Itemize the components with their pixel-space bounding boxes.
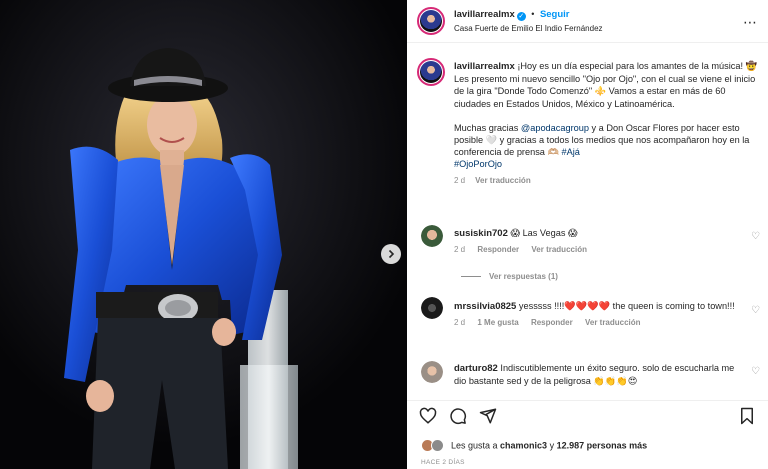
comment-avatar[interactable] [421, 225, 443, 247]
caption-time: 2 d [454, 175, 466, 185]
likes-prefix: Les gusta a [451, 440, 501, 451]
location-link[interactable]: Casa Fuerte de Emilio El Indio Fernández [454, 24, 603, 33]
author-avatar[interactable] [417, 7, 445, 35]
follow-button[interactable]: Seguir [540, 9, 570, 20]
comment-item: susiskin702 😱 Las Vegas 😱 2 d Responder … [454, 227, 749, 256]
post-time-ago: HACE 2 DÍAS [421, 459, 465, 466]
heart-icon[interactable] [419, 407, 437, 425]
mention-link[interactable]: @apodacagroup [521, 123, 589, 133]
post-photo [0, 0, 407, 469]
likes-user[interactable]: chamonic3 [500, 440, 547, 450]
chevron-right-icon [388, 249, 395, 259]
more-icon[interactable]: ⋯ [743, 14, 758, 31]
comment-text: yesssss !!!!❤️❤️❤️❤️ the queen is coming… [518, 301, 735, 311]
reply-button[interactable]: Responder [531, 318, 573, 327]
view-replies-button[interactable]: Ver respuestas (1) [461, 272, 558, 281]
comment-item: mrssilvia0825 yesssss !!!!❤️❤️❤️❤️ the q… [454, 300, 749, 329]
comment-username[interactable]: darturo82 [454, 363, 498, 374]
likes-summary[interactable]: Les gusta a chamonic3 y 12.987 personas … [421, 439, 647, 453]
comment-text: 😱 Las Vegas 😱 [510, 228, 578, 238]
post-header: lavillarrealmx ✓ • Seguir Casa Fuerte de … [407, 0, 768, 43]
bookmark-icon[interactable] [738, 407, 756, 425]
post-caption: lavillarrealmx ¡Hoy es un día especial p… [454, 60, 759, 187]
instagram-post-modal: lavillarrealmx ✓ • Seguir Casa Fuerte de … [0, 0, 768, 469]
comment-time: 2 d [454, 245, 466, 255]
comment-icon[interactable] [449, 407, 467, 425]
comment-time: 2 d [454, 318, 466, 328]
author-username[interactable]: lavillarrealmx [454, 9, 515, 20]
caption-username[interactable]: lavillarrealmx [454, 61, 515, 72]
likes-count[interactable]: 12.987 personas más [557, 440, 648, 450]
comment-translation-link[interactable]: Ver traducción [585, 318, 641, 327]
caption-paragraph-2a: Muchas gracias [454, 122, 521, 133]
comment-like-icon[interactable]: ♡ [751, 305, 760, 316]
comment-avatar[interactable] [421, 361, 443, 383]
comment-item: darturo82 Indiscutiblemente un éxito seg… [454, 362, 749, 387]
verified-icon: ✓ [516, 12, 526, 21]
reply-button[interactable]: Responder [477, 245, 519, 254]
post-media[interactable] [0, 0, 407, 469]
post-sidebar: lavillarrealmx ✓ • Seguir Casa Fuerte de … [407, 0, 768, 469]
comment-username[interactable]: mrssilvia0825 [454, 301, 516, 312]
comments-scroll-area[interactable]: lavillarrealmx ¡Hoy es un día especial p… [407, 44, 768, 400]
caption-translation-link[interactable]: Ver traducción [475, 176, 531, 185]
likers-avatars [421, 439, 447, 453]
share-icon[interactable] [479, 407, 497, 425]
caption-author-avatar[interactable] [417, 58, 445, 86]
comment-translation-link[interactable]: Ver traducción [531, 245, 587, 254]
post-actions-bar: Les gusta a chamonic3 y 12.987 personas … [407, 400, 768, 469]
comment-username[interactable]: susiskin702 [454, 228, 508, 239]
comment-avatar[interactable] [421, 297, 443, 319]
comment-like-icon[interactable]: ♡ [751, 231, 760, 242]
comment-likes-count[interactable]: 1 Me gusta [477, 318, 518, 327]
likes-middle: y [547, 440, 557, 451]
comment-like-icon[interactable]: ♡ [751, 366, 760, 377]
next-image-button[interactable] [381, 244, 401, 264]
header-separator: • [531, 9, 535, 19]
hashtag-link[interactable]: #OjoPorOjo [454, 159, 502, 169]
view-replies-label: Ver respuestas (1) [489, 272, 558, 281]
hashtag-link[interactable]: #Ajá [561, 147, 579, 157]
